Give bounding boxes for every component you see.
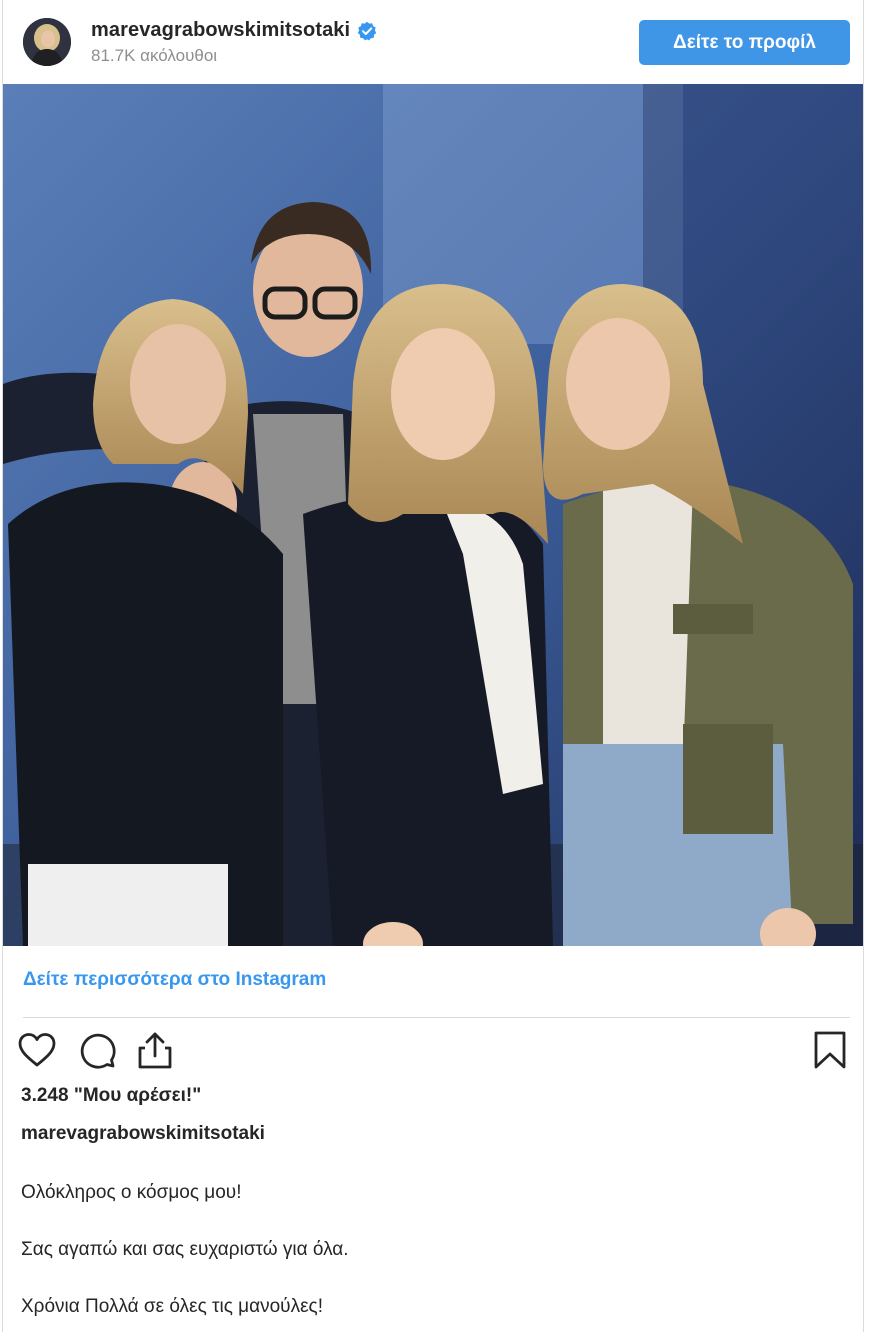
verified-badge-icon	[357, 21, 377, 40]
likes-count[interactable]: 3.248 "Μου αρέσει!"	[21, 1085, 201, 1107]
post-photo[interactable]	[3, 84, 863, 946]
caption-line: Χρόνια Πολλά σε όλες τις μανούλες!	[21, 1296, 323, 1317]
avatar[interactable]	[23, 18, 71, 66]
action-bar	[3, 1028, 863, 1074]
caption-line: Ολόκληρος ο κόσμος μου!	[21, 1182, 242, 1203]
username[interactable]: marevagrabowskimitsotaki	[91, 19, 350, 42]
divider	[23, 1017, 850, 1018]
username-row: marevagrabowskimitsotaki	[91, 19, 377, 42]
view-profile-button[interactable]: Δείτε το προφίλ	[639, 20, 850, 65]
heart-icon[interactable]	[17, 1028, 57, 1072]
see-more-link[interactable]: Δείτε περισσότερα στο Instagram	[23, 969, 326, 991]
post-header: marevagrabowskimitsotaki 81.7K ακόλουθοι…	[3, 0, 863, 84]
share-icon[interactable]	[135, 1028, 175, 1072]
caption-line: Σας αγαπώ και σας ευχαριστώ για όλα.	[21, 1239, 349, 1260]
comment-icon[interactable]	[77, 1028, 117, 1072]
instagram-embed: marevagrabowskimitsotaki 81.7K ακόλουθοι…	[2, 0, 864, 1332]
followers-count: 81.7K ακόλουθοι	[91, 46, 218, 65]
bookmark-icon[interactable]	[810, 1028, 850, 1072]
caption-username[interactable]: marevagrabowskimitsotaki	[21, 1123, 265, 1145]
